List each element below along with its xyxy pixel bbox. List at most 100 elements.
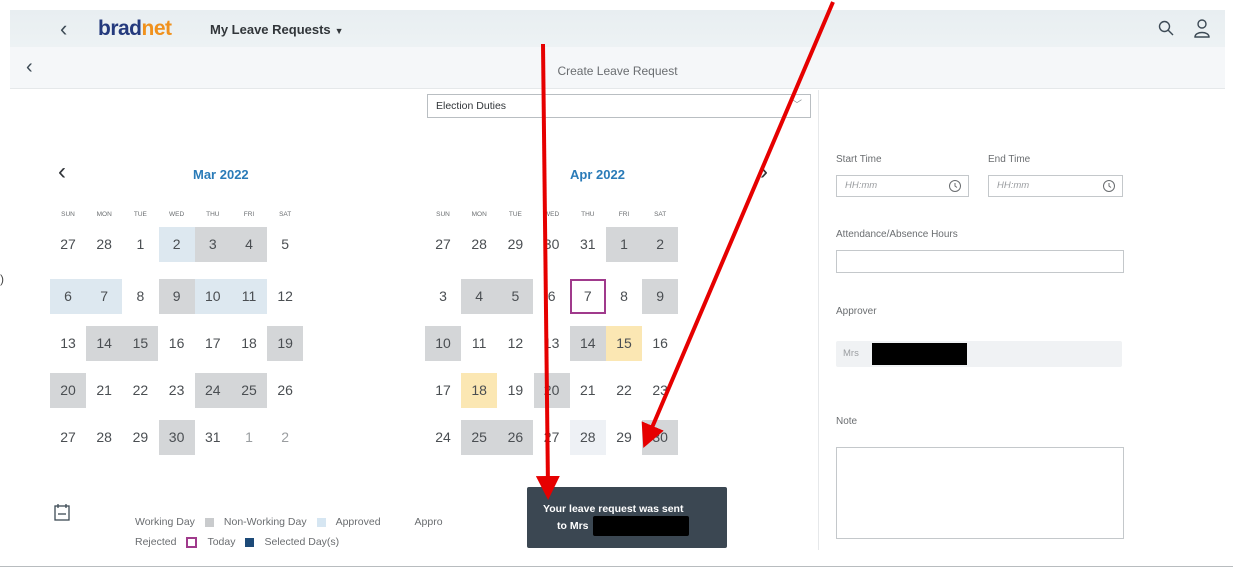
calendar-day[interactable]: 9 <box>158 279 195 314</box>
calendar-day[interactable]: 1 <box>122 227 158 262</box>
calendar-day[interactable]: 13 <box>50 326 86 361</box>
calendar-day[interactable]: 27 <box>50 227 86 262</box>
calendar-day[interactable]: 20 <box>533 373 570 408</box>
calendar-day[interactable]: 24 <box>425 420 461 455</box>
calendar-day[interactable]: 31 <box>195 420 231 455</box>
calendar-day[interactable]: 30 <box>158 420 195 455</box>
calendar-day[interactable]: 30 <box>534 227 570 262</box>
calendar-day[interactable]: 22 <box>122 373 158 408</box>
legend-swatch-selected <box>245 537 255 547</box>
toast-line-1: Your leave request was sent <box>543 503 684 515</box>
calendar-day[interactable]: 12 <box>267 279 303 314</box>
clock-icon[interactable] <box>1102 179 1116 193</box>
end-time-input[interactable]: HH:mm <box>988 175 1123 197</box>
calendar-day[interactable]: 28 <box>569 420 606 455</box>
calendar-day[interactable]: 22 <box>606 373 642 408</box>
calendar-day[interactable]: 15 <box>606 326 642 361</box>
start-time-input[interactable]: HH:mm <box>836 175 969 197</box>
calendar-day[interactable]: 8 <box>606 279 642 314</box>
calendar-day[interactable]: 28 <box>86 420 122 455</box>
clock-icon[interactable] <box>948 179 962 193</box>
calendar-day[interactable]: 4 <box>461 279 498 314</box>
calendar-day[interactable]: 21 <box>86 373 122 408</box>
calendar-day[interactable]: 31 <box>570 227 606 262</box>
prev-month-button[interactable]: ‹ <box>58 158 66 186</box>
calendar-day[interactable]: 27 <box>50 420 86 455</box>
calendar-day[interactable]: 25 <box>231 373 267 408</box>
calendar-day[interactable]: 17 <box>195 326 231 361</box>
calendar-legend-icon[interactable] <box>54 503 70 521</box>
redaction-block <box>592 516 689 536</box>
calendar-day[interactable]: 9 <box>642 279 679 314</box>
calendar-day[interactable]: 25 <box>461 420 498 455</box>
calendar-day[interactable]: 20 <box>50 373 86 408</box>
calendar-day[interactable]: 27 <box>534 420 570 455</box>
calendar-day[interactable]: 4 <box>231 227 267 262</box>
calendar-day[interactable]: 23 <box>159 373 195 408</box>
calendar-day[interactable]: 13 <box>534 326 570 361</box>
calendar-day[interactable]: 3 <box>194 227 231 262</box>
calendar-day[interactable]: 26 <box>267 373 303 408</box>
calendar-day[interactable]: 8 <box>122 279 158 314</box>
calendar-day[interactable]: 23 <box>642 373 678 408</box>
calendar-day[interactable]: 14 <box>86 326 123 361</box>
calendar-day[interactable]: 15 <box>122 326 159 361</box>
leave-type-select[interactable]: Election Duties ﹀ <box>427 94 811 118</box>
calendar-day[interactable]: 6 <box>50 279 86 314</box>
hours-input[interactable] <box>836 250 1124 273</box>
calendar-day[interactable]: 11 <box>461 326 497 361</box>
legend-non-working-day: Non-Working Day <box>223 516 307 528</box>
toast-message: Your leave request was sent to Mrs <box>527 487 727 548</box>
calendar-day[interactable]: 7 <box>569 279 606 314</box>
legend-rejected: Rejected <box>135 536 177 548</box>
note-textarea[interactable] <box>836 447 1124 539</box>
calendar-day[interactable]: 27 <box>425 227 461 262</box>
legend-selected: Selected Day(s) <box>264 536 340 548</box>
calendar-day[interactable]: 2 <box>158 227 195 262</box>
user-icon[interactable] <box>1193 18 1211 38</box>
month-title-mar: Mar 2022 <box>193 167 249 182</box>
panel-divider <box>818 90 819 550</box>
calendar-day[interactable]: 17 <box>425 373 461 408</box>
weekday-label: WED <box>169 211 185 218</box>
back-icon[interactable]: ‹ <box>60 16 67 42</box>
weekday-label: THU <box>581 211 595 218</box>
calendar-day[interactable]: 29 <box>606 420 642 455</box>
calendar-day[interactable]: 16 <box>159 326 195 361</box>
calendar-day[interactable]: 21 <box>570 373 606 408</box>
calendar-day[interactable]: 11 <box>231 279 267 314</box>
calendar-day[interactable]: 19 <box>267 326 304 361</box>
calendar-day[interactable]: 14 <box>569 326 606 361</box>
search-icon[interactable] <box>1157 19 1175 37</box>
calendar-day[interactable]: 2 <box>642 227 679 262</box>
calendar-day[interactable]: 28 <box>461 227 497 262</box>
calendar-day[interactable]: 12 <box>497 326 533 361</box>
calendar-day[interactable]: 29 <box>497 227 533 262</box>
calendar-day[interactable]: 2 <box>267 420 303 455</box>
calendar-day[interactable]: 28 <box>86 227 122 262</box>
calendar-day[interactable]: 24 <box>194 373 231 408</box>
calendar-day[interactable]: 5 <box>497 279 534 314</box>
legend-row-1: Working Day Non-Working Day Approved App… <box>135 516 443 528</box>
calendar-day[interactable]: 10 <box>194 279 231 314</box>
calendar-day[interactable]: 6 <box>534 279 570 314</box>
calendar-day[interactable]: 30 <box>642 420 679 455</box>
calendar-day[interactable]: 1 <box>231 420 267 455</box>
legend-swatch-approved <box>316 517 326 527</box>
calendar-day[interactable]: 29 <box>122 420 158 455</box>
calendar-day[interactable]: 16 <box>642 326 678 361</box>
chevron-down-icon: ﹀ <box>792 100 802 111</box>
calendar-day[interactable]: 7 <box>86 279 123 314</box>
calendar-day[interactable]: 3 <box>425 279 461 314</box>
legend-appro: Appro <box>414 516 443 528</box>
next-month-button[interactable]: › <box>760 158 768 186</box>
calendar-day[interactable]: 10 <box>425 326 461 361</box>
calendar-day[interactable]: 5 <box>267 227 303 262</box>
app-title-menu[interactable]: My Leave Requests ▼ <box>210 22 344 37</box>
calendar-day[interactable]: 18 <box>461 373 498 408</box>
calendar-day[interactable]: 1 <box>606 227 642 262</box>
calendar-day[interactable]: 19 <box>497 373 533 408</box>
calendar-day[interactable]: 18 <box>231 326 267 361</box>
calendar-day[interactable]: 26 <box>497 420 534 455</box>
weekday-label: WED <box>544 211 560 218</box>
